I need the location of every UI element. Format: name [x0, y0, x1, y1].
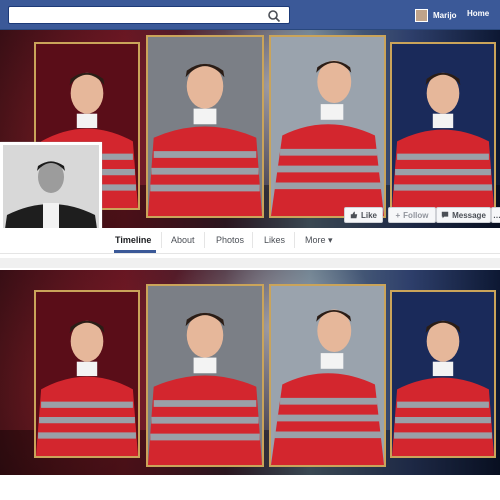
- tab-photos[interactable]: Photos: [216, 235, 244, 245]
- cover-photo-full: [0, 270, 500, 475]
- ellipsis-icon: …: [493, 211, 500, 220]
- tab-about[interactable]: About: [171, 235, 195, 245]
- message-button[interactable]: Message: [436, 207, 491, 223]
- section-divider: [0, 258, 500, 268]
- more-actions-button[interactable]: …: [491, 207, 500, 223]
- follow-button-label: Follow: [403, 210, 429, 220]
- facebook-cover-mockup: Marijo Home Like + Follow Message Timeli…: [0, 0, 500, 500]
- thumbs-up-icon: [350, 211, 358, 219]
- tab-divider: [252, 232, 253, 248]
- tab-divider: [161, 232, 162, 248]
- message-icon: [441, 211, 449, 219]
- follow-button[interactable]: + Follow: [388, 207, 436, 223]
- avatar: [415, 8, 428, 22]
- tab-likes[interactable]: Likes: [264, 235, 285, 245]
- tab-more-label: More: [305, 235, 326, 245]
- tab-timeline[interactable]: Timeline: [115, 235, 151, 245]
- top-navigation-bar: Marijo Home: [0, 0, 500, 30]
- like-button[interactable]: Like: [344, 207, 383, 223]
- like-button-label: Like: [360, 210, 377, 220]
- tab-more[interactable]: More ▾: [305, 235, 333, 246]
- search-input[interactable]: [8, 6, 290, 24]
- active-tab-indicator: [114, 250, 156, 253]
- plus-icon: +: [395, 210, 401, 220]
- user-profile-link[interactable]: Marijo: [415, 7, 457, 23]
- full-portrait-2: [146, 284, 264, 467]
- cover-portrait-2: [146, 35, 264, 218]
- user-name: Marijo: [433, 10, 457, 20]
- tab-divider: [204, 232, 205, 248]
- full-portrait-3: [269, 284, 386, 467]
- home-link[interactable]: Home: [467, 9, 489, 18]
- message-button-label: Message: [452, 210, 486, 220]
- cover-portrait-3: [269, 35, 386, 218]
- full-portrait-1: [34, 290, 140, 458]
- cover-portrait-4: [390, 42, 496, 210]
- full-portrait-4: [390, 290, 496, 458]
- search-icon[interactable]: [267, 9, 281, 23]
- caret-down-icon: ▾: [328, 235, 333, 245]
- profile-tab-bar: Timeline About Photos Likes More ▾: [0, 228, 500, 254]
- tab-divider: [294, 232, 295, 248]
